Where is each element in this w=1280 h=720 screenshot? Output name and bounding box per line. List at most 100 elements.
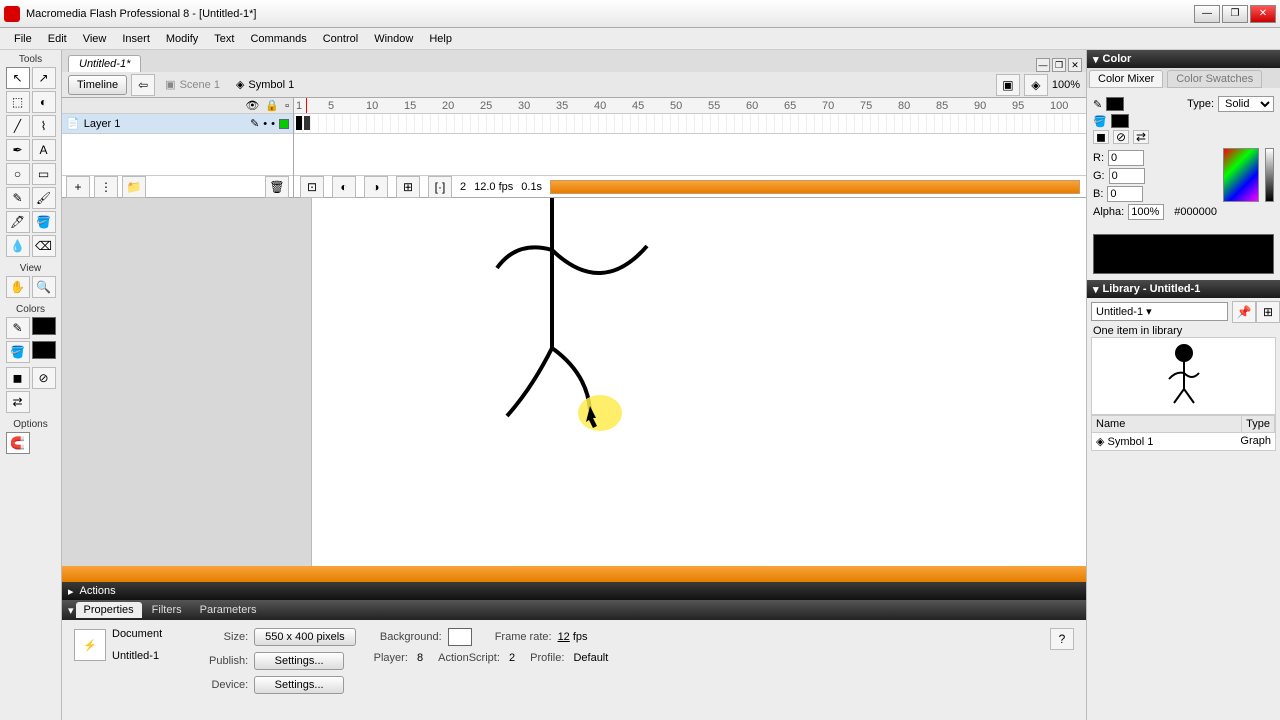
menu-text[interactable]: Text <box>206 31 242 47</box>
library-panel-header[interactable]: ▾ Library - Untitled-1 <box>1087 280 1280 298</box>
menu-insert[interactable]: Insert <box>114 31 158 47</box>
doc-minimize-button[interactable]: — <box>1036 58 1050 72</box>
menu-control[interactable]: Control <box>315 31 366 47</box>
type-select[interactable]: Solid <box>1218 96 1274 112</box>
device-settings-button[interactable]: Settings... <box>254 676 344 694</box>
fill-color-icon[interactable]: 🪣 <box>6 341 30 363</box>
menu-commands[interactable]: Commands <box>242 31 314 47</box>
col-type[interactable]: Type <box>1242 416 1275 432</box>
layer-outline-color[interactable] <box>279 119 289 129</box>
free-transform-tool[interactable]: ⬚ <box>6 91 30 113</box>
snap-option[interactable]: 🧲 <box>6 432 30 454</box>
no-color-button[interactable]: ⊘ <box>32 367 56 389</box>
frame-ruler[interactable]: 1 5 10 15 20 25 30 35 40 45 50 55 60 65 … <box>294 98 1086 114</box>
pencil-tool[interactable]: ✎ <box>6 187 30 209</box>
add-folder-button[interactable]: 📁 <box>122 176 146 198</box>
b-input[interactable] <box>1107 186 1143 202</box>
pencil-icon[interactable]: ✎ <box>1093 98 1102 111</box>
actions-panel-header[interactable]: ▸ Actions <box>62 582 1086 600</box>
text-tool[interactable]: A <box>32 139 56 161</box>
stage-scrollbar[interactable] <box>62 566 1086 582</box>
tab-parameters[interactable]: Parameters <box>192 602 265 618</box>
menu-help[interactable]: Help <box>421 31 460 47</box>
center-frame-button[interactable]: ⊡ <box>300 176 324 198</box>
publish-settings-button[interactable]: Settings... <box>254 652 344 670</box>
r-input[interactable] <box>1108 150 1144 166</box>
stage[interactable] <box>312 198 1086 566</box>
lock-icon[interactable]: 🔒 <box>265 99 279 112</box>
framerate-value[interactable]: 12 <box>558 631 570 643</box>
g-input[interactable] <box>1109 168 1145 184</box>
outline-icon[interactable]: ▫ <box>285 100 289 112</box>
menu-edit[interactable]: Edit <box>40 31 75 47</box>
edit-scene-button[interactable]: ▣ <box>996 74 1020 96</box>
maximize-button[interactable]: ❐ <box>1222 5 1248 23</box>
pen-tool[interactable]: ✒ <box>6 139 30 161</box>
color-panel-header[interactable]: ▾ Color <box>1087 50 1280 68</box>
paint-bucket-tool[interactable]: 🪣 <box>32 211 56 233</box>
doc-close-button[interactable]: ✕ <box>1068 58 1082 72</box>
visibility-icon[interactable]: 👁 <box>245 99 259 112</box>
menu-modify[interactable]: Modify <box>158 31 206 47</box>
onion-outline-button[interactable]: ◑ <box>364 176 388 198</box>
edit-symbol-button[interactable]: ◈ <box>1024 74 1048 96</box>
background-swatch[interactable] <box>448 628 472 646</box>
ink-bottle-tool[interactable]: 🖋 <box>6 211 30 233</box>
symbol-crumb[interactable]: ◈ Symbol 1 <box>230 76 300 93</box>
rectangle-tool[interactable]: ▭ <box>32 163 56 185</box>
collapse-icon[interactable]: ▾ <box>68 604 74 617</box>
eyedropper-tool[interactable]: 💧 <box>6 235 30 257</box>
fill-color-swatch[interactable] <box>1111 114 1129 128</box>
modify-onion-button[interactable]: [·] <box>428 176 452 198</box>
line-tool[interactable]: ╱ <box>6 115 30 137</box>
library-select[interactable]: Untitled-1 ▾ <box>1091 302 1228 321</box>
edit-frames-button[interactable]: ⊞ <box>396 176 420 198</box>
oval-tool[interactable]: ○ <box>6 163 30 185</box>
timeline-scrollbar[interactable] <box>550 180 1080 194</box>
scene-crumb[interactable]: ▣ Scene 1 <box>159 76 226 93</box>
keyframe-1[interactable] <box>296 116 302 130</box>
hex-value[interactable]: #000000 <box>1174 206 1217 218</box>
back-button[interactable]: ⇦ <box>131 74 155 96</box>
brush-tool[interactable]: 🖌 <box>32 187 56 209</box>
tab-properties[interactable]: Properties <box>76 602 142 618</box>
library-item[interactable]: ◈ Symbol 1 Graph <box>1091 433 1276 451</box>
menu-view[interactable]: View <box>75 31 115 47</box>
default-colors-button[interactable]: ◼ <box>6 367 30 389</box>
document-tab[interactable]: Untitled-1* <box>68 55 141 72</box>
eraser-tool[interactable]: ⌫ <box>32 235 56 257</box>
pin-library-button[interactable]: 📌 <box>1232 301 1256 323</box>
bucket-icon[interactable]: 🪣 <box>1093 115 1107 128</box>
minimize-button[interactable]: — <box>1194 5 1220 23</box>
keyframe-2[interactable] <box>304 116 310 130</box>
menu-window[interactable]: Window <box>366 31 421 47</box>
playhead[interactable] <box>306 98 307 114</box>
nocolor-button[interactable]: ⊘ <box>1113 130 1129 144</box>
add-layer-button[interactable]: + <box>66 176 90 198</box>
menu-file[interactable]: File <box>6 31 40 47</box>
doc-restore-button[interactable]: ❐ <box>1052 58 1066 72</box>
tab-color-swatches[interactable]: Color Swatches <box>1167 70 1262 88</box>
selection-tool[interactable]: ↖ <box>6 67 30 89</box>
help-button[interactable]: ? <box>1050 628 1074 650</box>
new-library-button[interactable]: ⊞ <box>1256 301 1280 323</box>
gradient-tool[interactable]: ◐ <box>32 91 56 113</box>
stroke-swatch[interactable] <box>32 317 56 335</box>
col-name[interactable]: Name <box>1092 416 1242 432</box>
hand-tool[interactable]: ✋ <box>6 276 30 298</box>
alpha-input[interactable] <box>1128 204 1164 220</box>
layer-row[interactable]: 📄 Layer 1 ✎ •• <box>62 114 293 134</box>
swap-colors-button[interactable]: ⇄ <box>6 391 30 413</box>
subselection-tool[interactable]: ↗ <box>32 67 56 89</box>
size-button[interactable]: 550 x 400 pixels <box>254 628 356 646</box>
close-button[interactable]: ✕ <box>1250 5 1276 23</box>
onion-skin-button[interactable]: ◐ <box>332 176 356 198</box>
stroke-color-swatch[interactable] <box>1106 97 1124 111</box>
timeline-toggle[interactable]: Timeline <box>68 75 127 95</box>
lasso-tool[interactable]: ⌇ <box>32 115 56 137</box>
frame-strip[interactable] <box>294 114 1086 134</box>
zoom-tool[interactable]: 🔍 <box>32 276 56 298</box>
zoom-value[interactable]: 100% <box>1052 79 1080 91</box>
bw-button[interactable]: ◼ <box>1093 130 1109 144</box>
delete-layer-button[interactable]: 🗑 <box>265 176 289 198</box>
